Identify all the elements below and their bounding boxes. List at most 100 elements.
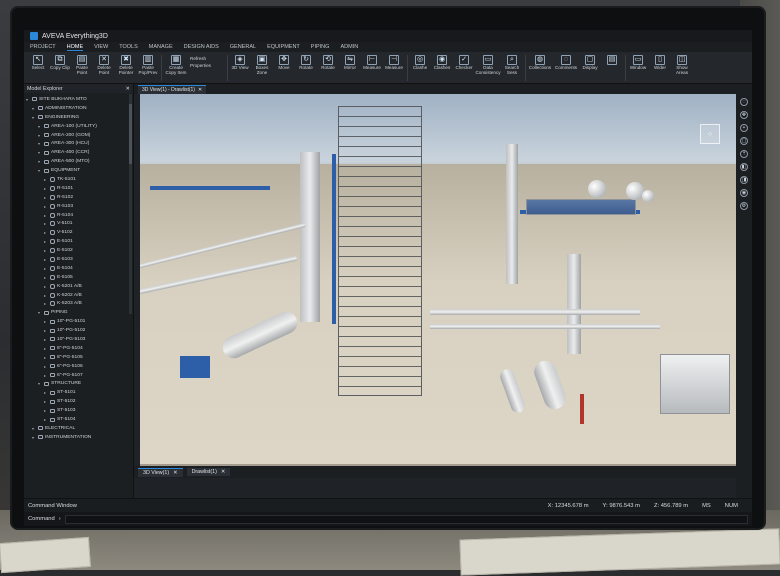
display-options-button[interactable]: ▤ <box>602 55 622 81</box>
checker-button[interactable]: ✓Checker <box>454 55 474 81</box>
tree-item[interactable]: ▸E-5102 <box>26 246 133 255</box>
chevron-down-icon[interactable]: ▾ <box>38 124 42 129</box>
move-button[interactable]: ✥Move <box>274 55 294 81</box>
tab-admin[interactable]: ADMIN <box>340 44 358 50</box>
chevron-down-icon[interactable]: ▾ <box>38 150 42 155</box>
wider-button[interactable]: ▯Wider <box>650 55 670 81</box>
expand-icon[interactable]: ▸ <box>44 266 48 271</box>
expand-icon[interactable]: ▸ <box>44 230 48 235</box>
tree-item[interactable]: ▸E-5103 <box>26 255 133 264</box>
tree-item[interactable]: ▸V-5102 <box>26 228 133 237</box>
tree-item[interactable]: ▾AREA-500 (MTO) <box>26 157 133 166</box>
copy-button[interactable]: ⧉Copy Clip <box>50 55 70 81</box>
delete-button[interactable]: ✖Delete Pointer <box>116 55 136 81</box>
tree-item[interactable]: ▾ELECTRICAL <box>26 424 133 433</box>
tab-drawlist[interactable]: Drawlist(1) ✕ <box>187 468 231 476</box>
expand-icon[interactable]: ▸ <box>44 301 48 306</box>
3d-viewport[interactable]: ◇ <box>140 94 736 466</box>
tree-item[interactable]: ▸6"-PG-5106 <box>26 362 133 371</box>
tab-3d-view-drawlist[interactable]: 3D View(1) - Drawlist(1) ✕ <box>138 85 206 94</box>
tree-item[interactable]: ▸8"-PG-5104 <box>26 344 133 353</box>
tree-item[interactable]: ▸K-5202 A/B <box>26 291 133 300</box>
search-button[interactable]: ⌕Search Sess <box>502 55 522 81</box>
tab-equipment[interactable]: EQUIPMENT <box>267 44 300 50</box>
expand-icon[interactable]: ▸ <box>44 399 48 404</box>
tree-item[interactable]: ▸ST-5104 <box>26 415 133 424</box>
expand-icon[interactable]: ▸ <box>44 346 48 351</box>
tree-item[interactable]: ▸K-5203 A/B <box>26 299 133 308</box>
settings-icon[interactable]: ⚙ <box>740 202 748 210</box>
expand-icon[interactable]: ▸ <box>44 319 48 324</box>
tree-item[interactable]: ▸6"-PG-5107 <box>26 371 133 380</box>
tab-design-aids[interactable]: DESIGN AIDS <box>184 44 219 50</box>
rotate-button[interactable]: ↻Rotate <box>296 55 316 81</box>
tab-tools[interactable]: TOOLS <box>119 44 138 50</box>
expand-icon[interactable]: ▸ <box>44 213 48 218</box>
mirror-button[interactable]: ⇋Mirror <box>340 55 360 81</box>
chevron-down-icon[interactable]: ▾ <box>26 97 30 102</box>
expand-icon[interactable]: ▸ <box>44 257 48 262</box>
expand-icon[interactable]: ▸ <box>44 275 48 280</box>
walk-icon[interactable]: ⇡ <box>740 150 748 158</box>
paste-prev-button[interactable]: ▥Paste Pop/Prev <box>138 55 158 81</box>
expand-icon[interactable]: ▸ <box>44 355 48 360</box>
chevron-down-icon[interactable]: ▾ <box>38 133 42 138</box>
tree-item[interactable]: ▸ST-5101 <box>26 388 133 397</box>
measure-2-button[interactable]: ⊣Measure <box>384 55 404 81</box>
paste-button[interactable]: ▤Paste Point <box>72 55 92 81</box>
select-button[interactable]: ↖Select <box>28 55 48 81</box>
expand-icon[interactable]: ▸ <box>44 284 48 289</box>
tree-item[interactable]: ▸E-5104 <box>26 264 133 273</box>
tree-item[interactable]: ▾AREA-200 (GOM) <box>26 131 133 140</box>
close-icon[interactable]: ✕ <box>173 470 177 476</box>
tree-item[interactable]: ▸E-5101 <box>26 237 133 246</box>
chevron-down-icon[interactable]: ▾ <box>38 141 42 146</box>
expand-icon[interactable]: ▸ <box>44 417 48 422</box>
measure-button[interactable]: ⊢Measure <box>362 55 382 81</box>
chevron-down-icon[interactable]: ▾ <box>38 310 42 315</box>
data-consistency-button[interactable]: ▭Data Consistency <box>476 55 500 81</box>
chevron-down-icon[interactable]: ▾ <box>32 106 36 111</box>
close-icon[interactable]: ✕ <box>198 87 202 93</box>
tree-item[interactable]: ▾PIPING <box>26 308 133 317</box>
tree-item[interactable]: ▾SITE BUKHARA MTO <box>26 95 133 104</box>
tree-item[interactable]: ▸ST-5103 <box>26 406 133 415</box>
tab-general[interactable]: GENERAL <box>230 44 256 50</box>
expand-icon[interactable]: ▸ <box>44 177 48 182</box>
tab-project[interactable]: PROJECT <box>30 44 56 50</box>
tree-item[interactable]: ▸R-5101 <box>26 184 133 193</box>
3d-view-button[interactable]: ◈3D View <box>230 55 250 81</box>
tree-item[interactable]: ▸K-5201 A/B <box>26 282 133 291</box>
expand-icon[interactable]: ▸ <box>44 373 48 378</box>
tree-item[interactable]: ▸TK-5101 <box>26 175 133 184</box>
display-button[interactable]: ▢Display <box>580 55 600 81</box>
expand-icon[interactable]: ▸ <box>44 221 48 226</box>
tree-item[interactable]: ▸E-5105 <box>26 273 133 282</box>
create-button[interactable]: ▦Create Copy Item <box>164 55 188 81</box>
chevron-down-icon[interactable]: ▾ <box>38 381 42 386</box>
expand-icon[interactable]: ▸ <box>44 195 48 200</box>
clip-icon[interactable]: ◨ <box>740 176 748 184</box>
tree-item[interactable]: ▾INSTRUMENTATION <box>26 433 133 442</box>
expand-icon[interactable]: ▸ <box>44 239 48 244</box>
tree-item[interactable]: ▸8"-PG-5105 <box>26 353 133 362</box>
zoom-icon[interactable]: + <box>740 124 748 132</box>
window-button[interactable]: ▭Window <box>628 55 648 81</box>
chevron-down-icon[interactable]: ▾ <box>32 115 36 120</box>
expand-icon[interactable]: ▸ <box>44 364 48 369</box>
tree-item[interactable]: ▾STRUCTURE <box>26 380 133 389</box>
tree-item[interactable]: ▸R-5104 <box>26 211 133 220</box>
properties-button[interactable]: Properties <box>190 63 224 68</box>
tab-piping[interactable]: PIPING <box>311 44 330 50</box>
expand-icon[interactable]: ▸ <box>44 337 48 342</box>
tab-manage[interactable]: MANAGE <box>149 44 173 50</box>
tree-item[interactable]: ▾ADMINISTRATION <box>26 104 133 113</box>
camera-icon[interactable]: ◉ <box>740 189 748 197</box>
tab-home[interactable]: HOME <box>67 44 84 51</box>
collections-button[interactable]: ◍Collections <box>528 55 552 81</box>
close-icon[interactable]: ✕ <box>126 86 130 92</box>
command-input[interactable] <box>65 515 748 524</box>
pan-icon[interactable]: ✥ <box>740 111 748 119</box>
boxes-button[interactable]: ▣Boxes Zone <box>252 55 272 81</box>
scrollbar-thumb[interactable] <box>129 104 132 164</box>
